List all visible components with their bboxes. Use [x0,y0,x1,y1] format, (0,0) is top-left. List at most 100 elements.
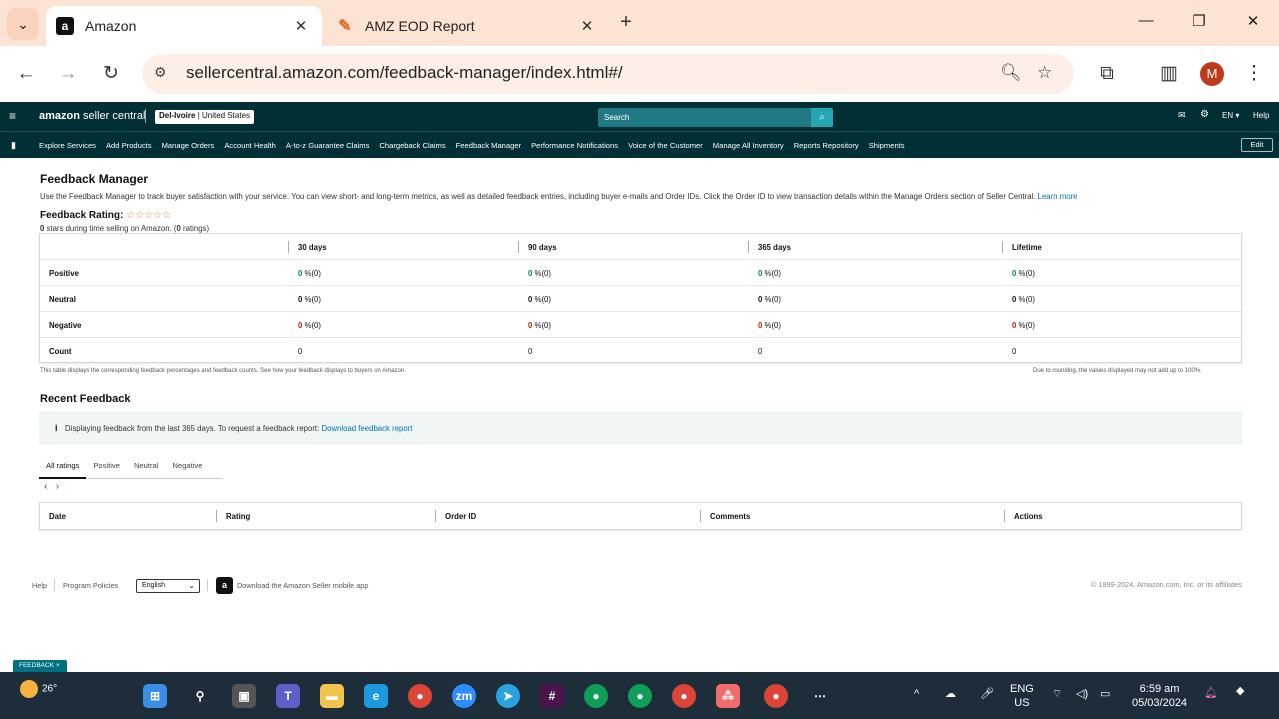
clock[interactable]: 6:59 am 05/03/2024 [1132,682,1187,710]
copilot-icon[interactable]: ◆ [1236,684,1244,697]
chevron-right-icon[interactable]: › [56,481,59,492]
hamburger-menu-icon[interactable]: ≡ [9,109,16,123]
row-label: Neutral [49,295,76,304]
cloud-offline-icon[interactable]: ☁ [945,687,956,700]
column-header: 90 days [528,243,557,252]
minimize-icon[interactable]: — [1131,12,1161,29]
close-tab-icon[interactable]: ✕ [576,17,598,35]
url-text[interactable]: sellercentral.amazon.com/feedback-manage… [186,63,623,83]
nav-link[interactable]: Feedback Manager [456,141,521,150]
nav-links: Explore Services Add Products Manage Ord… [39,141,915,150]
table-cell: 0 %(0) [298,321,321,330]
site-info-icon[interactable]: ⚙ [154,64,167,81]
table-cell: 0 %(0) [528,295,551,304]
file-explorer-icon[interactable]: ▬ [320,684,344,708]
forward-arrow-icon[interactable]: → [56,62,80,86]
search-icon[interactable]: ⚲ [188,684,212,708]
teams-icon[interactable]: T [276,684,300,708]
windows-start-icon[interactable]: ⊞ [143,684,167,708]
chevron-up-icon[interactable]: ^ [914,688,919,700]
chrome-profile-icon[interactable]: ● [584,684,608,708]
language-indicator[interactable]: ENG US [1010,682,1034,710]
notification-bell-icon[interactable]: 🔔︎ [1204,686,1218,699]
nav-link[interactable]: Add Products [106,141,152,150]
feedback-badge-button[interactable]: FEEDBACK × [13,660,67,672]
language-selector[interactable]: EN ▾ [1222,111,1239,120]
table-cell: 0 %(0) [298,295,321,304]
table-row: Count 0 0 0 0 [40,338,1241,364]
download-app-link[interactable]: Download the Amazon Seller mobile app [237,581,368,590]
asana-icon[interactable]: ⁂ [716,684,740,708]
footer-program-policies-link[interactable]: Program Policies [63,581,118,590]
nav-link[interactable]: Manage All Inventory [713,141,784,150]
help-link[interactable]: Help [1253,111,1269,120]
bookmark-icon[interactable]: ▮ [11,140,16,151]
feedback-metrics-table: 30 days 90 days 365 days Lifetime Positi… [39,233,1242,363]
nav-link[interactable]: A-to-z Guarantee Claims [286,141,370,150]
close-tab-icon[interactable]: ✕ [290,17,312,35]
more-apps-icon[interactable]: ⋯ [808,684,832,708]
seller-central-logo[interactable]: amazon seller central [39,110,145,122]
back-arrow-icon[interactable]: ← [14,62,38,86]
profile-avatar[interactable]: M [1200,62,1224,86]
search-icon[interactable]: ⌕ [811,108,833,127]
copyright: © 1999-2024, Amazon.com, Inc. or its aff… [1091,580,1242,589]
marketplace-switcher[interactable]: Del-Ivoire | United States [155,110,255,124]
table-cell: 0 %(0) [758,269,781,278]
tab-neutral[interactable]: Neutral [127,455,165,479]
footer-language-select[interactable]: English ⌄ [136,579,200,593]
tab-amz-eod-report[interactable]: ✎ AMZ EOD Report ✕ [328,6,608,46]
zoom-app-icon[interactable]: zm [452,684,476,708]
close-window-icon[interactable]: ✕ [1238,12,1268,30]
info-alert: i Displaying feedback from the last 365 … [39,411,1242,445]
tab-search-chevron-icon[interactable]: ⌄ [7,8,39,40]
nav-link[interactable]: Manage Orders [162,141,215,150]
chevron-left-icon[interactable]: ‹ [44,481,47,492]
bookmark-star-icon[interactable]: ☆ [1037,63,1052,83]
task-view-icon[interactable]: ▣ [232,684,256,708]
table-header-row: 30 days 90 days 365 days Lifetime [40,234,1241,260]
mail-icon[interactable]: ✉ [1178,110,1186,121]
extensions-puzzle-icon[interactable]: ⧉ [1095,62,1119,86]
weather-widget[interactable]: 26° [20,680,57,698]
nav-link[interactable]: Reports Repository [794,141,859,150]
volume-icon[interactable]: ◁) [1076,687,1088,700]
edge-icon[interactable]: e [364,684,388,708]
address-bar[interactable]: ⚙ sellercentral.amazon.com/feedback-mana… [142,54,1074,94]
microphone-icon[interactable]: 🎤︎ [980,687,994,700]
telegram-icon[interactable]: ➤ [496,684,520,708]
learn-more-link[interactable]: Learn more [1038,192,1078,201]
nav-link[interactable]: Account Health [224,141,276,150]
chrome-icon[interactable]: ● [408,684,432,708]
tab-negative[interactable]: Negative [165,455,209,479]
zoom-icon[interactable]: 🔍︎ [1000,63,1022,83]
search-input[interactable]: Search [598,108,811,127]
menu-kebab-icon[interactable]: ⋮ [1242,62,1266,86]
edit-nav-button[interactable]: Edit [1241,138,1273,152]
settings-gear-icon[interactable]: ⚙ [1200,109,1209,120]
new-tab-plus-icon[interactable]: + [614,11,638,35]
download-feedback-report-link[interactable]: Download feedback report [321,424,412,433]
chrome-profile-icon[interactable]: ● [628,684,652,708]
chrome-profile-icon[interactable]: ● [672,684,696,708]
restore-icon[interactable]: ❐ [1184,12,1214,30]
reload-icon[interactable]: ↻ [99,62,123,86]
nav-link[interactable]: Chargeback Claims [379,141,445,150]
battery-icon[interactable]: ▭ [1100,687,1110,700]
tab-positive[interactable]: Positive [86,455,127,479]
tab-all-ratings[interactable]: All ratings [39,455,87,479]
footer-help-link[interactable]: Help [32,581,47,590]
header-divider [145,109,146,123]
tab-amazon[interactable]: a Amazon ✕ [46,6,322,46]
nav-link[interactable]: Performance Notifications [531,141,618,150]
amazon-app-icon[interactable]: a [216,577,233,594]
side-panel-icon[interactable]: ▥ [1157,62,1181,86]
nav-link[interactable]: Shipments [869,141,905,150]
column-header: Actions [1014,512,1043,521]
table-cell: 0 %(0) [1012,321,1035,330]
nav-link[interactable]: Voice of the Customer [628,141,703,150]
chrome-active-icon[interactable]: ● [764,684,788,708]
nav-link[interactable]: Explore Services [39,141,96,150]
wifi-icon[interactable]: ⌔ [1052,687,1062,701]
slack-icon[interactable]: # [540,684,564,708]
